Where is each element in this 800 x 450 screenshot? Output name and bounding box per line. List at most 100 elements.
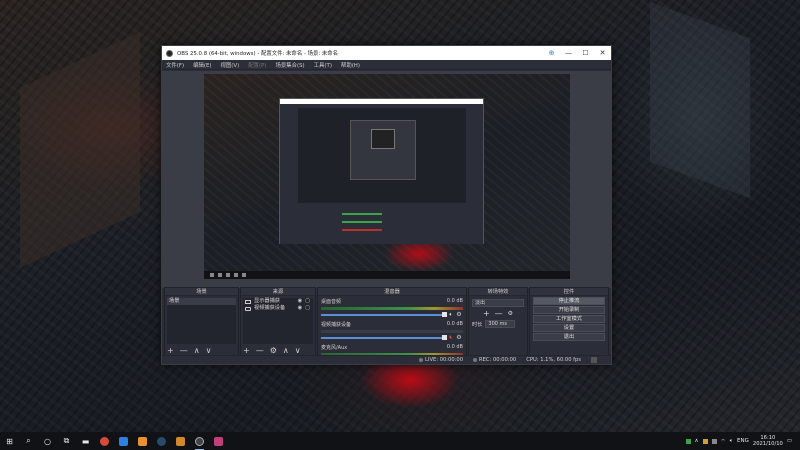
wallpaper-building <box>650 1 750 199</box>
sources-footer: + — ⚙ ∧ ∨ <box>243 345 313 355</box>
start-recording-button[interactable]: 开始录制 <box>533 306 605 314</box>
duration-label: 时长 <box>472 321 483 328</box>
volume-icon[interactable]: 🔈︎ <box>730 438 733 445</box>
cortana-icon[interactable]: ○ <box>38 432 57 450</box>
transitions-title: 转场特效 <box>469 288 527 296</box>
speaker-icon[interactable]: 🔈︎ <box>447 311 455 319</box>
app-orange-icon[interactable] <box>133 432 152 450</box>
settings-button[interactable]: 设置 <box>533 324 605 332</box>
menu-file[interactable]: 文件(F) <box>166 61 184 69</box>
obs-logo-icon <box>166 49 173 57</box>
notification-icon[interactable]: ▭ <box>787 438 792 444</box>
program-preview[interactable] <box>204 74 570 279</box>
source-item[interactable]: 视频捕获设备 ◉ ▢ <box>243 305 313 312</box>
menu-help[interactable]: 帮助(H) <box>341 61 360 69</box>
nested-taskbar <box>204 271 570 279</box>
eye-icon[interactable]: ◉ <box>298 305 303 312</box>
sources-title: 来源 <box>241 288 315 296</box>
mixer-channel: 视频捕获设备 0.0 dB 🔇︎ ⚙ <box>321 321 463 343</box>
move-source-down-button[interactable]: ∨ <box>295 346 301 355</box>
nested-preview-inner <box>350 120 416 180</box>
network-icon[interactable]: ⌔ <box>721 438 726 445</box>
system-tray: ∧ ⌔ 🔈︎ ENG 16:10 2021/10/10 ▭ <box>685 435 800 447</box>
remove-transition-button[interactable]: — <box>495 309 503 318</box>
gear-icon[interactable]: ⚙ <box>455 311 463 318</box>
clock[interactable]: 16:10 2021/10/10 <box>753 435 783 447</box>
menu-edit[interactable]: 编辑(E) <box>193 61 211 69</box>
maximize-button[interactable]: ☐ <box>577 46 594 60</box>
tray-app-icon[interactable] <box>711 438 717 444</box>
volume-meter <box>321 330 463 333</box>
controls-dock: 控件 停止推流 开始录制 工作室模式 设置 退出 <box>529 287 609 357</box>
eye-icon[interactable]: ◉ <box>298 298 303 305</box>
remove-source-button[interactable]: — <box>256 346 264 355</box>
source-properties-button[interactable]: ⚙ <box>270 346 277 355</box>
chevron-up-icon[interactable]: ∧ <box>695 438 699 444</box>
app-pink-icon[interactable] <box>209 432 228 450</box>
move-source-up-button[interactable]: ∧ <box>283 346 289 355</box>
scene-item-label: 场景 <box>169 298 180 304</box>
lock-icon[interactable]: ▢ <box>305 298 310 305</box>
transition-select[interactable]: 淡出 <box>472 299 524 307</box>
app-blue-icon[interactable] <box>114 432 133 450</box>
channel-db: 0.0 dB <box>446 344 463 350</box>
nested-docks <box>280 207 483 244</box>
add-source-button[interactable]: + <box>243 346 250 355</box>
duration-input[interactable]: 300 ms <box>485 320 516 328</box>
menu-scene-collection[interactable]: 场景集合(S) <box>275 61 304 69</box>
transitions-dock: 转场特效 淡出 + — ⚙ 时长 300 ms <box>468 287 528 357</box>
tray-app-icon[interactable] <box>685 438 691 444</box>
nested-title-bar <box>280 99 483 104</box>
obs-icon[interactable] <box>190 432 209 450</box>
steam-icon[interactable] <box>152 432 171 450</box>
channel-db: 0.0 dB <box>446 298 463 304</box>
chrome-icon[interactable] <box>95 432 114 450</box>
muted-speaker-icon[interactable]: 🔇︎ <box>447 334 455 342</box>
exit-button[interactable]: 退出 <box>533 333 605 341</box>
menu-view[interactable]: 视图(V) <box>221 61 240 69</box>
stop-streaming-button[interactable]: 停止推流 <box>533 297 605 305</box>
live-status: LIVE: 00:00:00 <box>419 357 463 363</box>
tray-app-icon[interactable] <box>702 438 708 444</box>
nested-preview <box>298 108 466 203</box>
volume-slider[interactable] <box>321 336 444 339</box>
file-explorer-icon[interactable]: ▬ <box>76 432 95 450</box>
start-button[interactable]: ⊞ <box>0 432 19 450</box>
language-indicator[interactable]: ENG <box>737 438 749 444</box>
menu-tools[interactable]: 工具(T) <box>314 61 332 69</box>
add-scene-button[interactable]: + <box>167 346 174 355</box>
transition-settings-button[interactable]: ⚙ <box>508 310 513 317</box>
lock-icon[interactable]: ▢ <box>305 305 310 312</box>
monitor-icon <box>245 299 251 304</box>
channel-name: 视频捕获设备 <box>321 322 352 328</box>
volume-meter <box>321 307 463 310</box>
nested-taskbar-icon <box>218 273 222 277</box>
minimize-button[interactable]: — <box>560 46 577 60</box>
scenes-list: 场景 <box>167 298 236 344</box>
gear-icon[interactable]: ⚙ <box>455 334 463 341</box>
live-time: 00:00:00 <box>439 357 464 363</box>
move-scene-up-button[interactable]: ∧ <box>194 346 200 355</box>
status-indicator-icon <box>591 357 597 363</box>
move-scene-down-button[interactable]: ∨ <box>206 346 212 355</box>
remove-scene-button[interactable]: — <box>180 346 188 355</box>
search-icon[interactable]: ⌕ <box>19 432 38 450</box>
window-title: OBS 25.0.8 (64-bit, windows) - 配置文件: 未命名… <box>177 51 339 57</box>
menu-bar: 文件(F) 编辑(E) 视图(V) 配置(P) 场景集合(S) 工具(T) 帮助… <box>162 60 611 70</box>
volume-slider[interactable] <box>321 313 444 316</box>
close-button[interactable]: ✕ <box>594 46 611 60</box>
app-amber-icon[interactable] <box>171 432 190 450</box>
title-bar[interactable]: OBS 25.0.8 (64-bit, windows) - 配置文件: 未命名… <box>162 46 611 60</box>
source-item[interactable]: 显示器捕获 ◉ ▢ <box>243 298 313 305</box>
wallpaper-building <box>20 32 140 268</box>
scenes-footer: + — ∧ ∨ <box>167 345 236 355</box>
pin-icon[interactable]: ⊕ <box>543 46 560 60</box>
menu-profile[interactable]: 配置(P) <box>248 61 266 69</box>
controls-title: 控件 <box>530 288 608 296</box>
task-view-icon[interactable]: ⧉ <box>57 432 76 450</box>
studio-mode-button[interactable]: 工作室模式 <box>533 315 605 323</box>
scene-item[interactable]: 场景 <box>167 298 236 305</box>
add-transition-button[interactable]: + <box>483 309 490 318</box>
preview-area <box>162 71 611 288</box>
taskbar: ⊞ ⌕ ○ ⧉ ▬ ∧ ⌔ 🔈︎ ENG 16:10 2021/10/10 ▭ <box>0 432 800 450</box>
